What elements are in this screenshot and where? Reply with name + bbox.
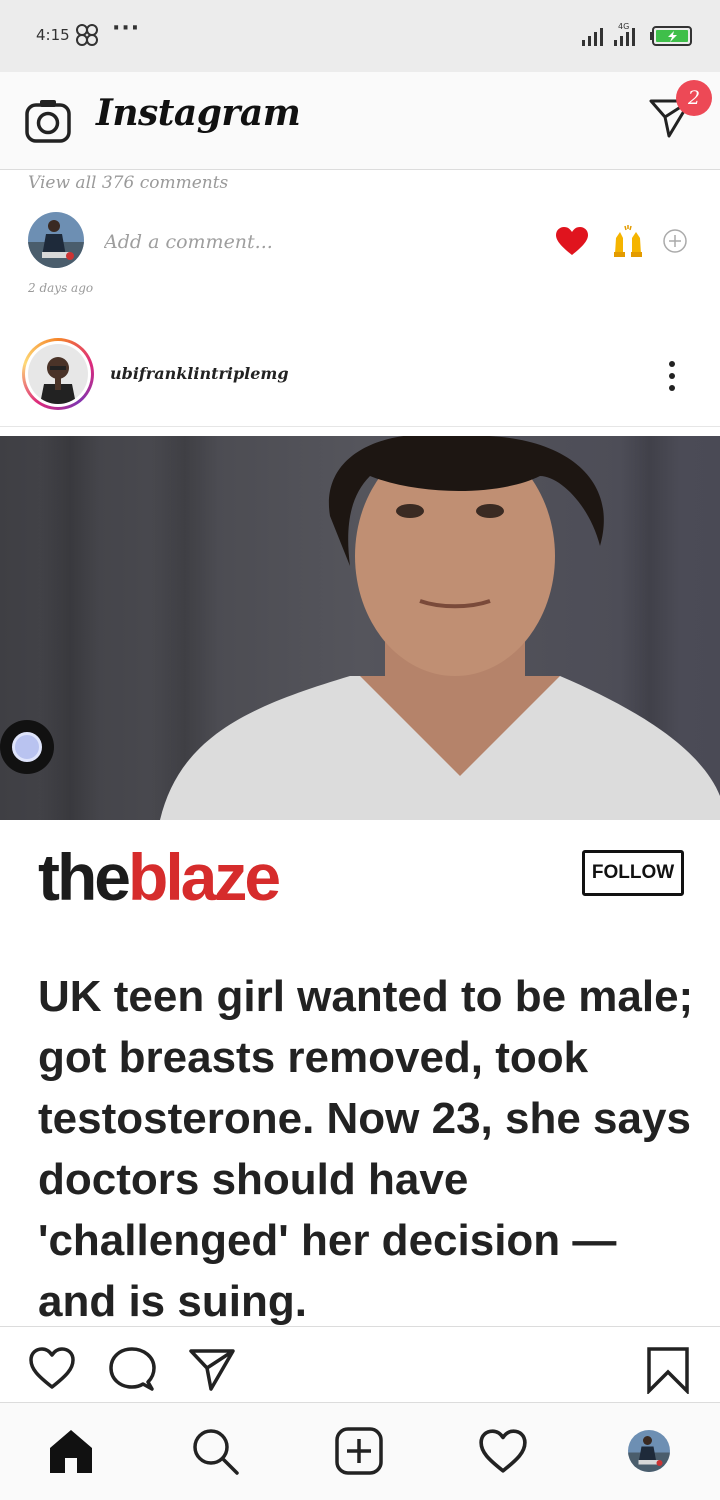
brand-the: the	[38, 840, 131, 914]
add-reaction-icon[interactable]	[662, 228, 688, 254]
add-comment-input[interactable]	[104, 226, 524, 258]
bookmark-icon[interactable]	[646, 1346, 690, 1394]
share-icon[interactable]	[188, 1346, 236, 1392]
follow-button: FOLLOW	[582, 850, 684, 896]
divider	[0, 426, 720, 427]
battery-icon	[650, 26, 692, 46]
post-image[interactable]: theblaze FOLLOW UK teen girl wanted to b…	[0, 436, 720, 1326]
story-ring-avatar[interactable]	[22, 338, 94, 410]
avatar	[28, 344, 88, 404]
profile-avatar	[628, 1430, 670, 1472]
activity-heart-icon	[479, 1429, 527, 1473]
nav-activity[interactable]	[478, 1426, 528, 1476]
post-username[interactable]: ubifranklintriplemg	[110, 364, 289, 383]
network-label: 4G	[618, 22, 629, 31]
current-user-avatar	[28, 212, 84, 268]
view-all-comments-link[interactable]: View all 376 comments	[28, 173, 228, 193]
assistive-touch-button[interactable]	[0, 720, 54, 774]
brand-blaze: blaze	[128, 840, 281, 914]
more-options-icon[interactable]	[660, 356, 684, 396]
pinwheel-icon	[76, 24, 98, 46]
nav-new-post[interactable]	[334, 1426, 384, 1476]
post-timestamp: 2 days ago	[28, 281, 94, 295]
post-photo	[0, 436, 720, 820]
comment-icon[interactable]	[108, 1346, 156, 1392]
status-bar: 4:15 ··· 4G	[0, 0, 720, 72]
notification-badge: 2	[676, 80, 712, 116]
article-headline: UK teen girl wanted to be male; got brea…	[38, 972, 694, 1326]
home-icon	[50, 1430, 92, 1473]
nav-search[interactable]	[190, 1426, 240, 1476]
red-heart-emoji[interactable]	[555, 226, 589, 256]
raising-hands-emoji[interactable]	[610, 224, 646, 258]
camera-icon[interactable]	[24, 98, 72, 144]
more-notifications-icon: ···	[112, 16, 141, 41]
instagram-logo[interactable]: Instagram	[96, 92, 301, 134]
new-post-icon	[335, 1427, 383, 1475]
nav-profile[interactable]	[624, 1426, 674, 1476]
search-icon	[193, 1429, 239, 1475]
heart-icon[interactable]	[28, 1346, 76, 1390]
signal-icon: 4G	[582, 22, 635, 46]
nav-home[interactable]	[46, 1426, 96, 1476]
status-time: 4:15	[36, 26, 70, 44]
theblaze-logo: theblaze	[38, 844, 281, 910]
